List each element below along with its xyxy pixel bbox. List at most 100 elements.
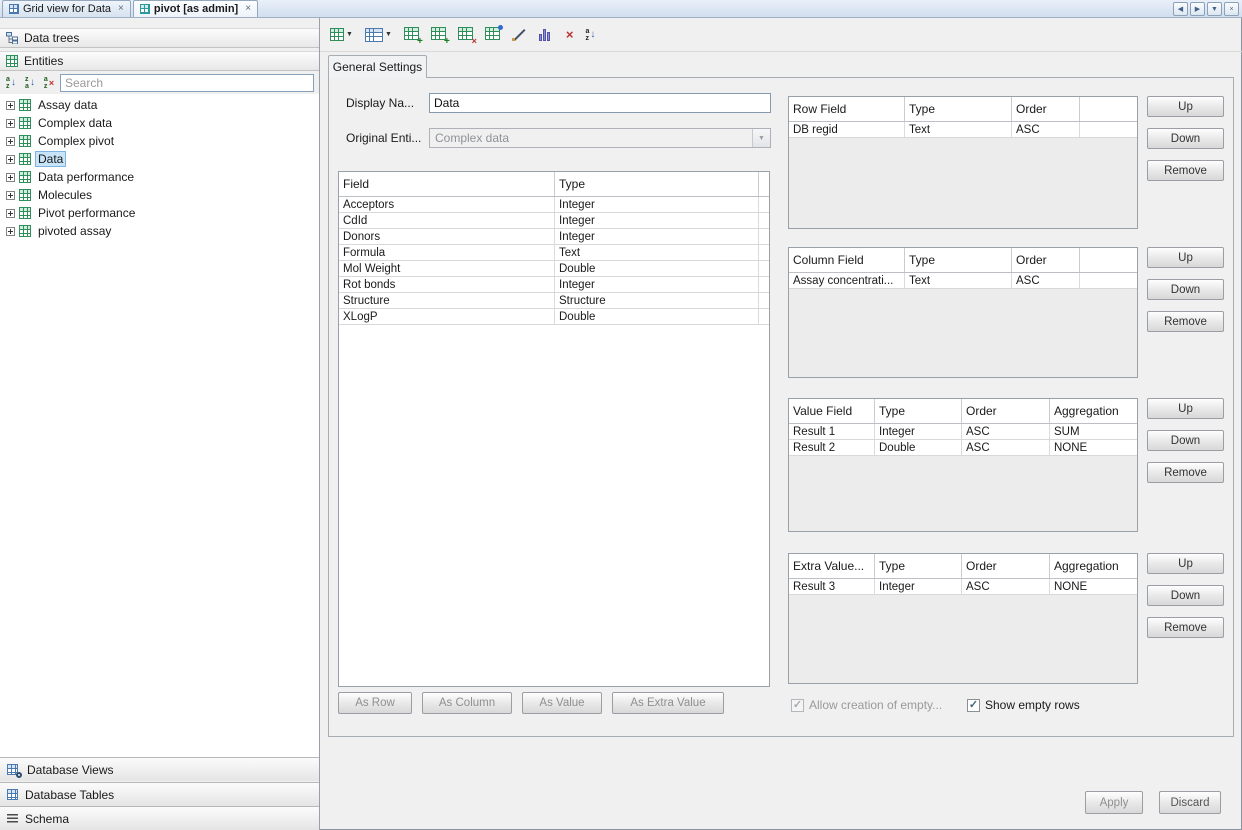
expand-icon[interactable] xyxy=(6,155,15,164)
tree-item-pivot-performance[interactable]: Pivot performance xyxy=(0,204,319,222)
column-header-value-field[interactable]: Value Field xyxy=(789,399,875,423)
add-row-field-button[interactable]: + xyxy=(402,24,421,46)
table-row[interactable]: XLogP Double xyxy=(339,309,769,325)
column-panel-up-button[interactable]: Up xyxy=(1147,247,1224,268)
expand-icon[interactable] xyxy=(6,191,15,200)
discard-button[interactable]: Discard xyxy=(1159,791,1221,814)
sort-button[interactable]: az ↓ xyxy=(583,24,597,46)
scroll-tabs-left-button[interactable]: ◀ xyxy=(1173,2,1188,16)
expand-icon[interactable] xyxy=(6,119,15,128)
column-header-type[interactable]: Type xyxy=(905,248,1012,272)
column-panel-down-button[interactable]: Down xyxy=(1147,279,1224,300)
as-value-button[interactable]: As Value xyxy=(522,692,602,714)
tab-list-dropdown-button[interactable]: ▼ xyxy=(1207,2,1222,16)
delete-pivot-button[interactable]: × xyxy=(564,24,576,46)
column-header-type[interactable]: Type xyxy=(875,399,962,423)
tree-item-molecules[interactable]: Molecules xyxy=(0,186,319,204)
as-row-button[interactable]: As Row xyxy=(338,692,412,714)
expand-icon[interactable] xyxy=(6,209,15,218)
column-header-extra-value-field[interactable]: Extra Value... xyxy=(789,554,875,578)
tab-general-settings[interactable]: General Settings xyxy=(328,55,427,78)
table-row[interactable]: Result 3 Integer ASC NONE xyxy=(789,579,1137,595)
extra-panel-down-button[interactable]: Down xyxy=(1147,585,1224,606)
close-tab-icon[interactable]: × xyxy=(245,4,251,14)
table-row[interactable]: Formula Text xyxy=(339,245,769,261)
tree-item-pivoted-assay[interactable]: pivoted assay xyxy=(0,222,319,240)
column-header-order[interactable]: Order xyxy=(1012,248,1080,272)
expand-icon[interactable] xyxy=(6,227,15,236)
tree-item-data-selected[interactable]: Data xyxy=(0,150,319,168)
fields-table-header: Field Type xyxy=(339,172,769,197)
table-row[interactable]: Acceptors Integer xyxy=(339,197,769,213)
table-row[interactable]: Structure Structure xyxy=(339,293,769,309)
value-panel-down-button[interactable]: Down xyxy=(1147,430,1224,451)
chart-button[interactable] xyxy=(537,24,556,46)
column-header-field[interactable]: Field xyxy=(339,172,555,196)
column-header-row-field[interactable]: Row Field xyxy=(789,97,905,121)
clear-sort-button[interactable]: az × xyxy=(41,75,57,91)
tab-grid-view-for-data[interactable]: Grid view for Data × xyxy=(2,0,131,17)
row-panel-up-button[interactable]: Up xyxy=(1147,96,1224,117)
allow-empty-checkbox[interactable]: ✓ Allow creation of empty... xyxy=(791,698,942,712)
table-row[interactable]: DB regid Text ASC xyxy=(789,122,1137,138)
column-header-column-field[interactable]: Column Field xyxy=(789,248,905,272)
cell-field: Rot bonds xyxy=(339,277,555,292)
original-entity-dropdown[interactable]: Complex data ▼ xyxy=(429,128,771,148)
schema-section[interactable]: Schema xyxy=(0,806,319,830)
tree-item-data-performance[interactable]: Data performance xyxy=(0,168,319,186)
view-mode-button[interactable]: ▼ xyxy=(363,24,394,46)
tree-item-complex-pivot[interactable]: Complex pivot xyxy=(0,132,319,150)
entity-icon xyxy=(19,225,31,237)
column-header-aggregation[interactable]: Aggregation xyxy=(1050,399,1137,423)
database-views-section[interactable]: Database Views xyxy=(0,757,319,781)
sort-descending-button[interactable]: za ↓ xyxy=(22,75,38,91)
extra-panel-remove-button[interactable]: Remove xyxy=(1147,617,1224,638)
column-header-order[interactable]: Order xyxy=(962,399,1050,423)
scroll-tabs-right-button[interactable]: ▶ xyxy=(1190,2,1205,16)
sort-ascending-button[interactable]: az ↓ xyxy=(3,75,19,91)
table-row[interactable]: Donors Integer xyxy=(339,229,769,245)
database-tables-section[interactable]: Database Tables xyxy=(0,782,319,806)
tree-item-assay-data[interactable]: Assay data xyxy=(0,96,319,114)
expand-icon[interactable] xyxy=(6,101,15,110)
table-row[interactable]: Result 1 Integer ASC SUM xyxy=(789,424,1137,440)
column-header-order[interactable]: Order xyxy=(1012,97,1080,121)
pivot-settings-button[interactable]: ▼ xyxy=(328,24,355,46)
cell-field: Donors xyxy=(339,229,555,244)
cell: Double xyxy=(875,440,962,455)
as-column-button[interactable]: As Column xyxy=(422,692,512,714)
entities-header[interactable]: Entities xyxy=(0,51,319,71)
close-all-tabs-button[interactable]: × xyxy=(1224,2,1239,16)
column-panel-remove-button[interactable]: Remove xyxy=(1147,311,1224,332)
as-extra-value-button[interactable]: As Extra Value xyxy=(612,692,724,714)
search-input[interactable] xyxy=(60,74,314,92)
column-header-type[interactable]: Type xyxy=(555,172,759,196)
add-column-field-button[interactable]: + xyxy=(429,24,448,46)
tree-item-complex-data[interactable]: Complex data xyxy=(0,114,319,132)
extra-panel-up-button[interactable]: Up xyxy=(1147,553,1224,574)
remove-field-button[interactable]: × xyxy=(456,24,475,46)
draw-structure-button[interactable] xyxy=(510,24,529,46)
table-properties-button[interactable] xyxy=(483,24,502,46)
expand-icon[interactable] xyxy=(6,173,15,182)
table-row[interactable]: CdId Integer xyxy=(339,213,769,229)
data-trees-header[interactable]: Data trees xyxy=(0,28,319,48)
tab-pivot-as-admin[interactable]: pivot [as admin] × xyxy=(133,0,258,17)
table-row[interactable]: Result 2 Double ASC NONE xyxy=(789,440,1137,456)
value-panel-up-button[interactable]: Up xyxy=(1147,398,1224,419)
column-header-aggregation[interactable]: Aggregation xyxy=(1050,554,1137,578)
row-panel-down-button[interactable]: Down xyxy=(1147,128,1224,149)
table-row[interactable]: Mol Weight Double xyxy=(339,261,769,277)
row-panel-remove-button[interactable]: Remove xyxy=(1147,160,1224,181)
column-header-type[interactable]: Type xyxy=(905,97,1012,121)
column-header-order[interactable]: Order xyxy=(962,554,1050,578)
show-empty-rows-checkbox[interactable]: ✓ Show empty rows xyxy=(967,698,1080,712)
apply-button[interactable]: Apply xyxy=(1085,791,1143,814)
value-panel-remove-button[interactable]: Remove xyxy=(1147,462,1224,483)
table-row[interactable]: Assay concentrati... Text ASC xyxy=(789,273,1137,289)
expand-icon[interactable] xyxy=(6,137,15,146)
table-row[interactable]: Rot bonds Integer xyxy=(339,277,769,293)
close-tab-icon[interactable]: × xyxy=(118,4,124,14)
display-name-input[interactable] xyxy=(429,93,771,113)
column-header-type[interactable]: Type xyxy=(875,554,962,578)
